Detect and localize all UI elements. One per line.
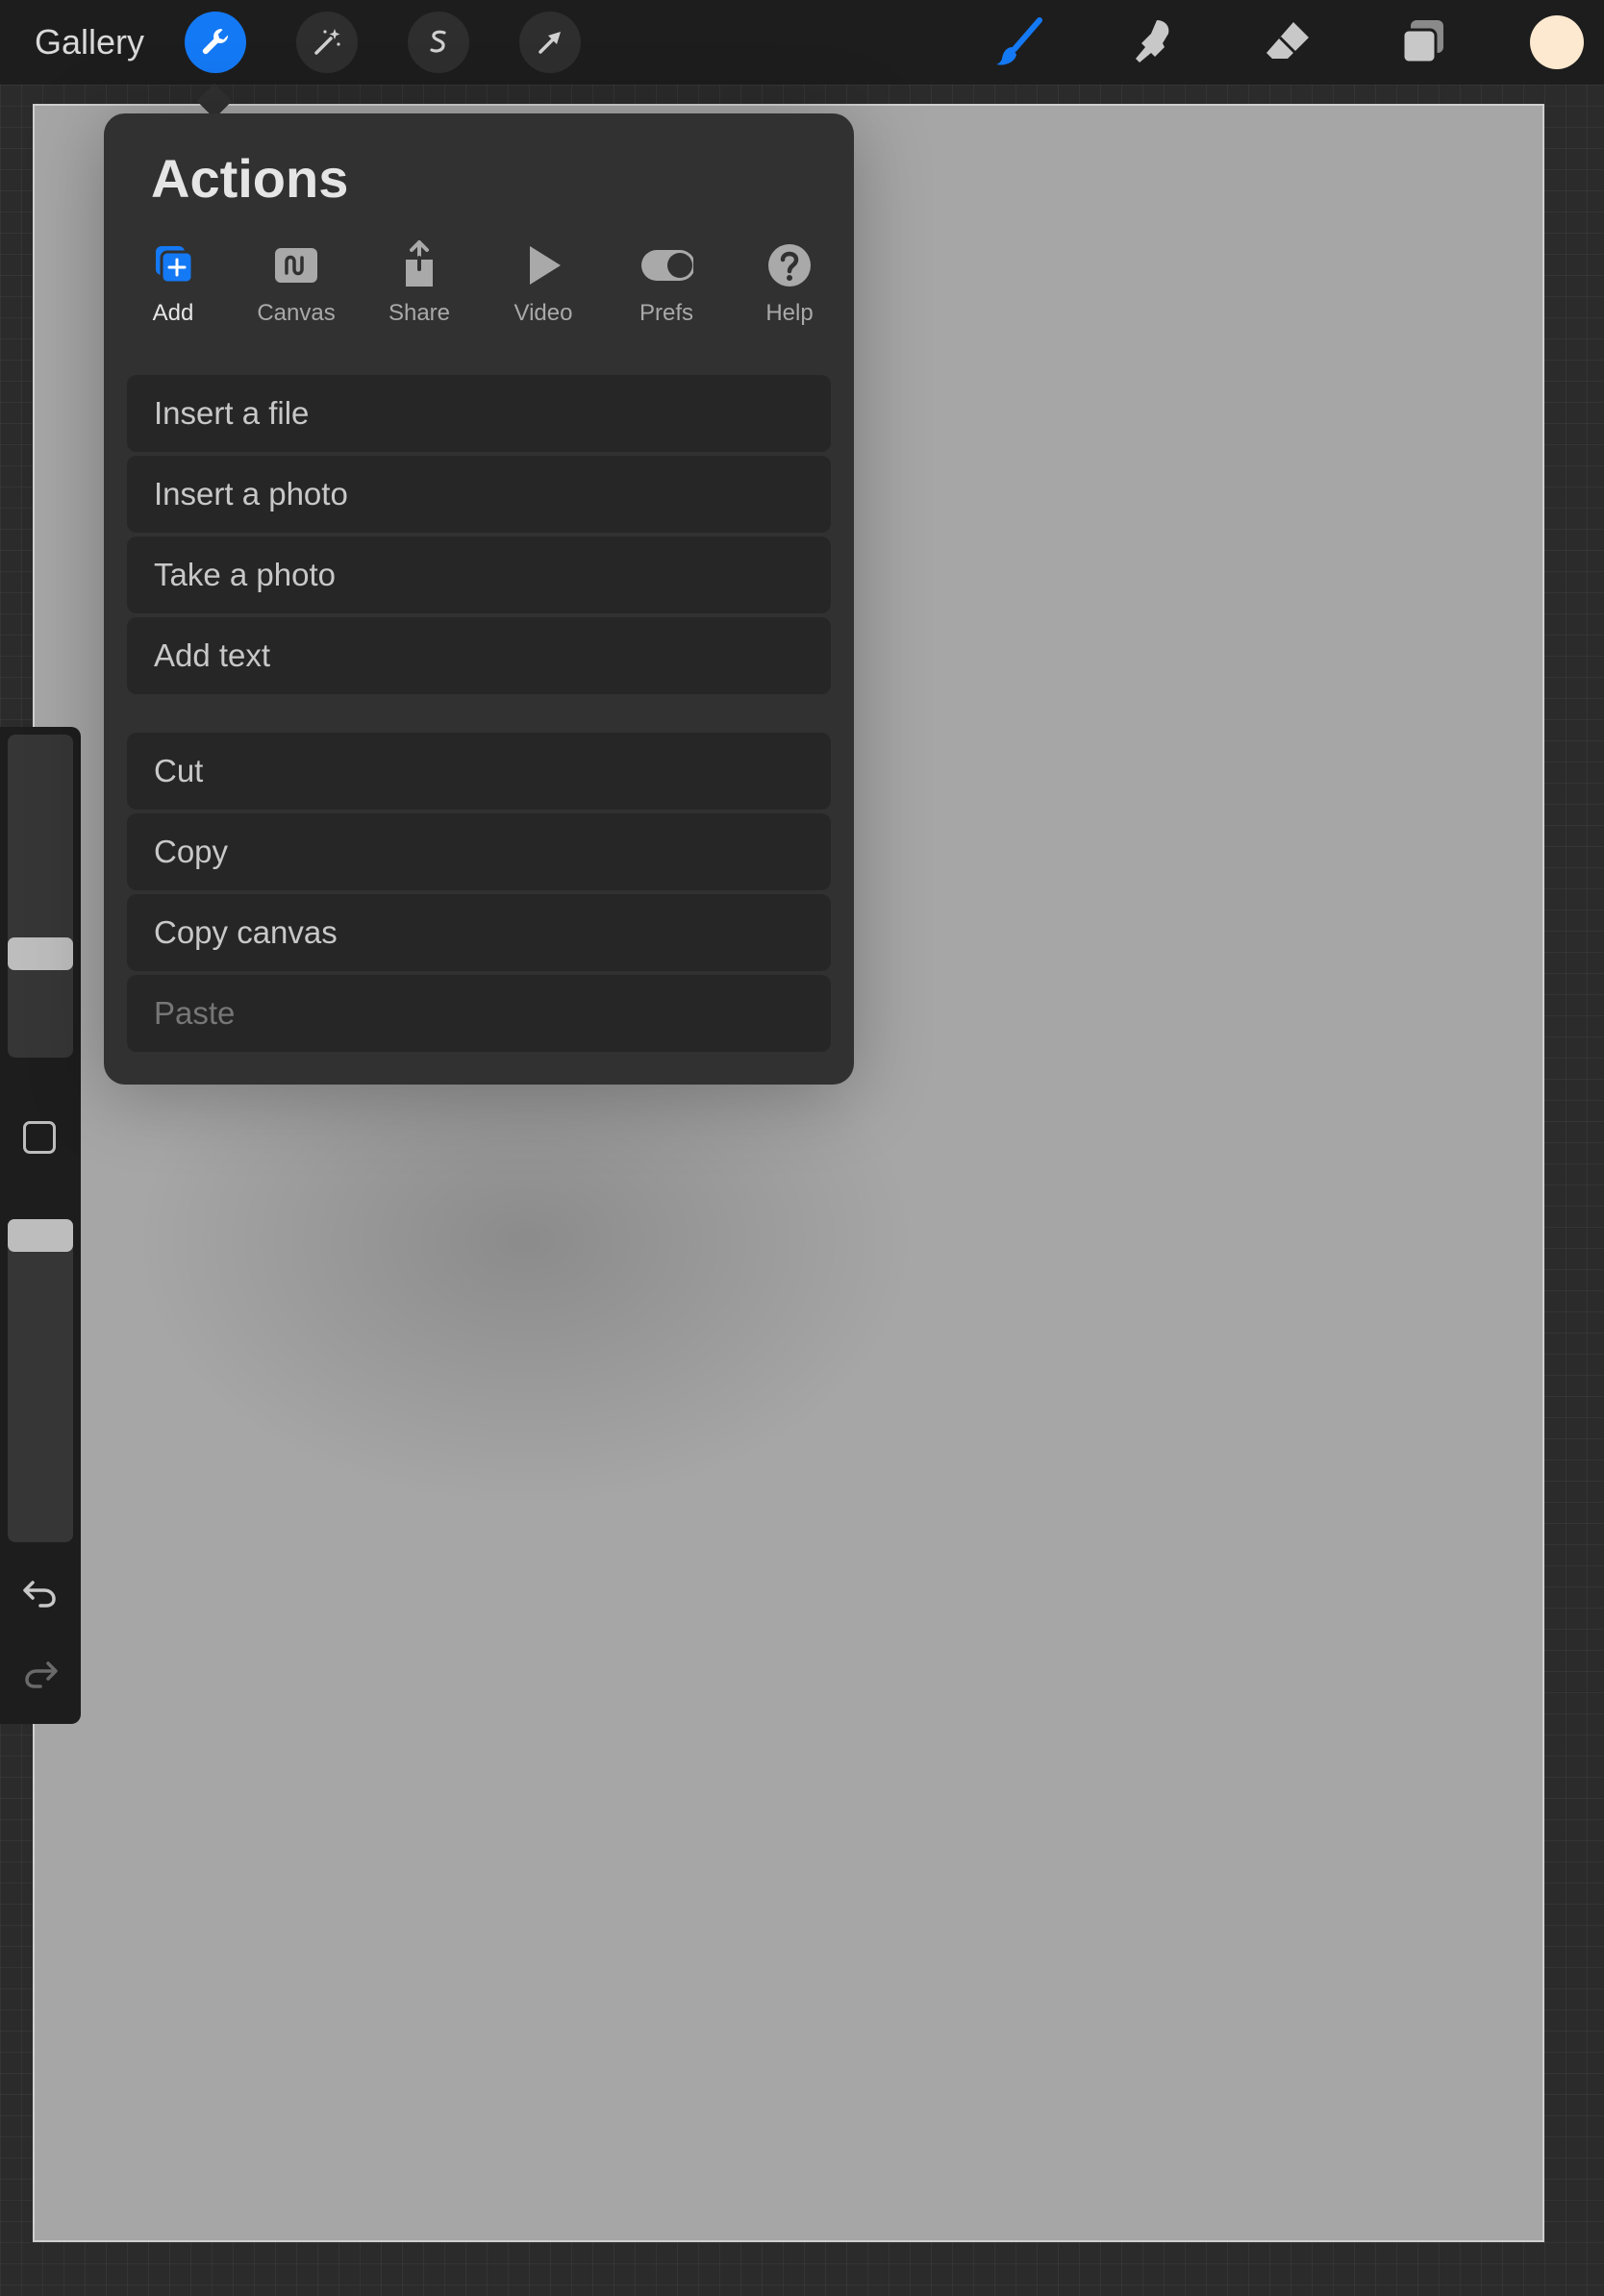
tab-video[interactable]: Video <box>490 238 596 335</box>
wrench-icon <box>202 29 229 55</box>
smudge-icon <box>1136 20 1169 62</box>
tab-canvas[interactable]: Canvas <box>243 238 349 335</box>
canvas-icon <box>275 248 317 283</box>
gallery-link[interactable]: Gallery <box>35 19 144 65</box>
tab-share-label: Share <box>388 300 451 326</box>
help-icon <box>768 244 811 287</box>
selection-s-icon <box>430 30 446 53</box>
left-sidebar <box>0 727 81 1724</box>
transform-button[interactable] <box>519 12 581 73</box>
toggle-icon <box>641 250 693 281</box>
copy-canvas-item[interactable]: Copy canvas <box>127 894 831 971</box>
add-layer-icon <box>156 246 194 285</box>
layers-icon <box>1401 20 1443 64</box>
smudge-tool-button[interactable] <box>1123 13 1185 71</box>
actions-title: Actions <box>151 148 349 209</box>
tab-add[interactable]: Add <box>120 238 226 335</box>
eraser-icon <box>1266 22 1309 59</box>
opacity-thumb[interactable] <box>8 1219 73 1252</box>
modify-button[interactable] <box>23 1121 56 1154</box>
tab-video-label: Video <box>514 300 573 326</box>
actions-wrench-button[interactable] <box>185 12 246 73</box>
tab-share[interactable]: Share <box>366 238 472 335</box>
top-toolbar: Gallery <box>0 0 1604 85</box>
eraser-tool-button[interactable] <box>1258 13 1319 71</box>
add-text-item[interactable]: Add text <box>127 617 831 694</box>
copy-item[interactable]: Copy <box>127 813 831 890</box>
share-icon <box>406 240 433 287</box>
tab-help-label: Help <box>765 300 814 326</box>
insert-file-item[interactable]: Insert a file <box>127 375 831 452</box>
tab-prefs[interactable]: Prefs <box>614 238 719 335</box>
cut-item[interactable]: Cut <box>127 733 831 810</box>
take-photo-item[interactable]: Take a photo <box>127 537 831 613</box>
tab-prefs-label: Prefs <box>639 300 693 326</box>
color-picker-swatch[interactable] <box>1530 15 1584 69</box>
tab-canvas-label: Canvas <box>257 300 336 326</box>
paste-item[interactable]: Paste <box>127 975 831 1052</box>
selection-button[interactable] <box>408 12 469 73</box>
layers-button[interactable] <box>1392 13 1454 71</box>
magic-wand-icon <box>314 29 340 55</box>
actions-panel: Actions Add Canvas Share Video Prefs Hel… <box>104 113 854 1085</box>
brush-size-thumb[interactable] <box>8 937 73 970</box>
adjustments-button[interactable] <box>296 12 358 73</box>
transform-arrow-icon <box>539 32 561 54</box>
redo-icon[interactable] <box>19 1652 62 1694</box>
brush-tool-button[interactable] <box>989 13 1050 71</box>
insert-photo-item[interactable]: Insert a photo <box>127 456 831 533</box>
brush-icon <box>996 17 1042 65</box>
play-icon <box>530 246 561 285</box>
opacity-slider[interactable] <box>8 1219 73 1542</box>
tab-help[interactable]: Help <box>737 238 842 335</box>
tab-add-label: Add <box>152 300 194 326</box>
undo-icon[interactable] <box>19 1571 62 1613</box>
brush-size-slider[interactable] <box>8 735 73 1058</box>
